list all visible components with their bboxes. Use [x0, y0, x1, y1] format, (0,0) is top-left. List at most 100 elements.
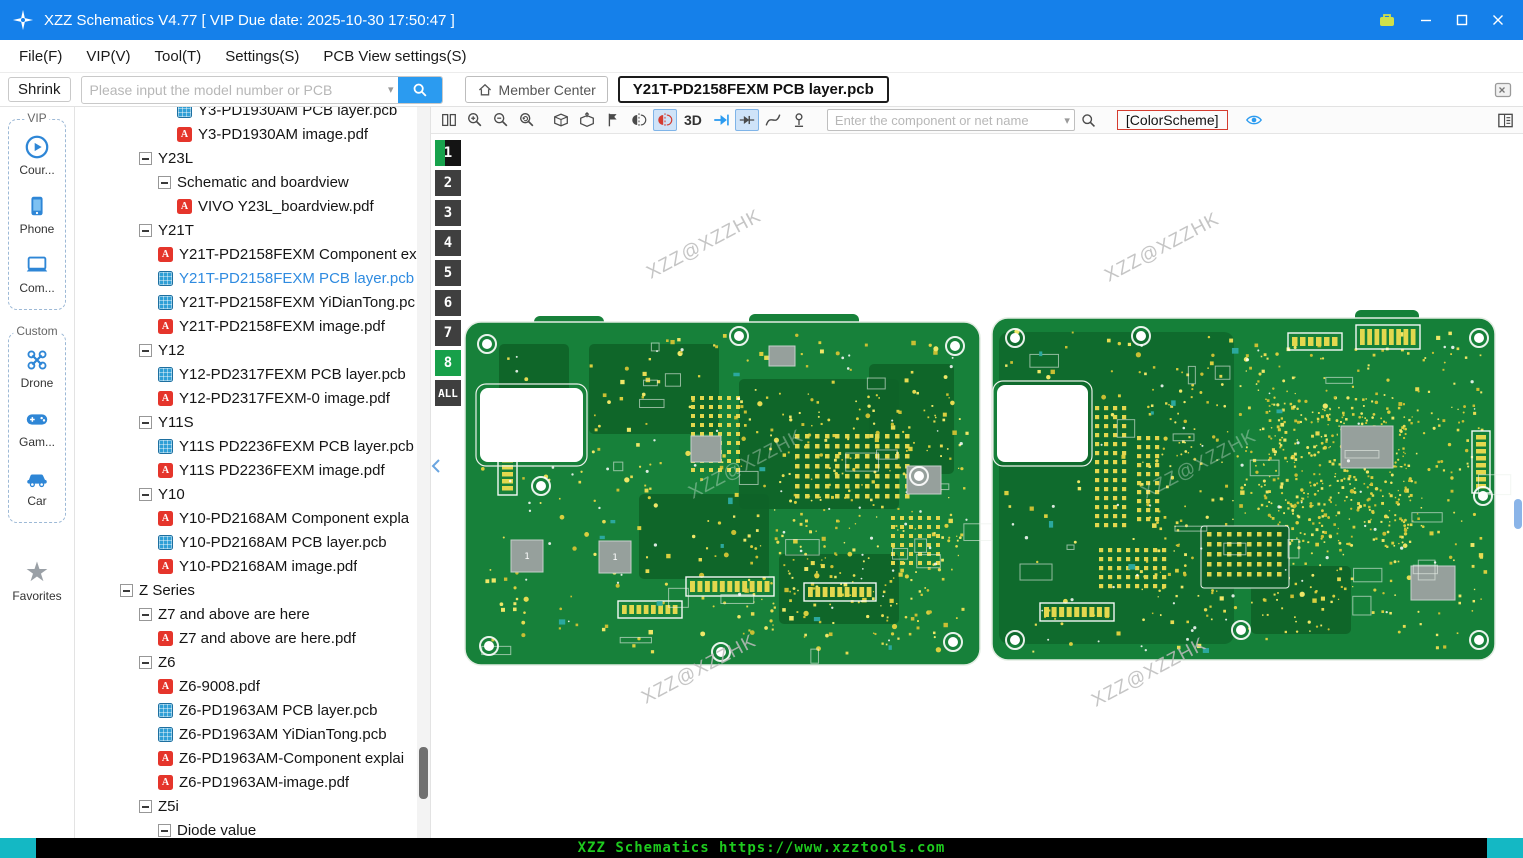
- model-search-box[interactable]: ▾: [80, 75, 443, 104]
- collapse-toggle-icon[interactable]: [120, 583, 133, 597]
- tree-file-z6-pd1963am-yidiantong-pcb[interactable]: Z6-PD1963AM YiDianTong.pcb: [75, 722, 430, 746]
- open-board-icon[interactable]: [549, 109, 573, 131]
- open-document-tab[interactable]: Y21T-PD2158FEXM PCB layer.pcb: [617, 76, 889, 103]
- collapse-toggle-icon[interactable]: [139, 415, 152, 429]
- menu-item-vip-v[interactable]: VIP(V): [75, 44, 141, 69]
- net-search-go-icon[interactable]: [1077, 109, 1101, 131]
- collapse-toggle-icon[interactable]: [158, 823, 171, 837]
- tree-file-y21t-pd2158fexm-pcb-layer-pcb[interactable]: Y21T-PD2158FEXM PCB layer.pcb: [75, 266, 430, 290]
- collapse-tree-handle[interactable]: [431, 455, 443, 477]
- close-button[interactable]: [1491, 13, 1505, 27]
- tree-folder-y10[interactable]: Y10: [75, 482, 430, 506]
- collapse-toggle-icon[interactable]: [139, 607, 152, 621]
- curve-icon[interactable]: [761, 109, 785, 131]
- flip-side-icon[interactable]: [653, 109, 677, 131]
- tree-folder-y12[interactable]: Y12: [75, 338, 430, 362]
- layer-button-7[interactable]: 7: [435, 320, 461, 346]
- flag-icon[interactable]: [601, 109, 625, 131]
- layer-button-all[interactable]: ALL: [435, 380, 461, 406]
- sidebar-item-car[interactable]: Car: [24, 465, 50, 508]
- tree-file-y12-pd2317fexm-0-image-pdf[interactable]: Y12-PD2317FEXM-0 image.pdf: [75, 386, 430, 410]
- menu-item-file-f[interactable]: File(F): [8, 44, 73, 69]
- tree-folder-z5i[interactable]: Z5i: [75, 794, 430, 818]
- collapse-toggle-icon[interactable]: [158, 175, 171, 189]
- sidebar-item-drone[interactable]: Drone: [21, 347, 53, 390]
- zoom-out-icon[interactable]: [489, 109, 513, 131]
- layer-button-8[interactable]: 8: [435, 350, 461, 376]
- mirror-icon[interactable]: [627, 109, 651, 131]
- menu-item-settings-s[interactable]: Settings(S): [214, 44, 310, 69]
- zoom-in-icon[interactable]: [463, 109, 487, 131]
- pcb-canvas[interactable]: 11 1 2 3 4 5 6 7 8 ALL XZZ@XZZHK XZZ@XZZHK XZZ@X…: [431, 134, 1523, 838]
- right-panel-handle[interactable]: [1514, 499, 1522, 529]
- tree-file-y10-pd2168am-image-pdf[interactable]: Y10-PD2168AM image.pdf: [75, 554, 430, 578]
- layer-button-4[interactable]: 4: [435, 230, 461, 256]
- tree-file-z6-pd1963am-image-pdf[interactable]: Z6-PD1963AM-image.pdf: [75, 770, 430, 794]
- layers-panel-icon[interactable]: [1493, 109, 1517, 131]
- tree-folder-z7-and-above-are-here[interactable]: Z7 and above are here: [75, 602, 430, 626]
- export-board-icon[interactable]: [575, 109, 599, 131]
- pcb-board-view[interactable]: 11: [439, 134, 1518, 838]
- diode-value-icon[interactable]: [734, 109, 759, 131]
- tree-file-y21t-pd2158fexm-image-pdf[interactable]: Y21T-PD2158FEXM image.pdf: [75, 314, 430, 338]
- tree-file-y3-pd1930am-pcb-layer-pcb[interactable]: Y3-PD1930AM PCB layer.pcb: [75, 107, 430, 122]
- tree-file-y10-pd2168am-component-expla[interactable]: Y10-PD2168AM Component expla: [75, 506, 430, 530]
- collapse-panel-icon[interactable]: [1491, 79, 1515, 101]
- tree-folder-y23l[interactable]: Y23L: [75, 146, 430, 170]
- collapse-toggle-icon[interactable]: [139, 799, 152, 813]
- jump-arrow-icon[interactable]: [709, 109, 733, 131]
- tree-file-y3-pd1930am-image-pdf[interactable]: Y3-PD1930AM image.pdf: [75, 122, 430, 146]
- tree-scrollbar[interactable]: [417, 107, 430, 838]
- tree-file-y11s-pd2236fexm-pcb-layer-pcb[interactable]: Y11S PD2236FEXM PCB layer.pcb: [75, 434, 430, 458]
- split-view-icon[interactable]: [437, 109, 461, 131]
- maximize-button[interactable]: [1455, 13, 1469, 27]
- briefcase-icon[interactable]: [1377, 10, 1397, 30]
- tree-folder-y21t[interactable]: Y21T: [75, 218, 430, 242]
- net-search-input[interactable]: [827, 112, 1061, 128]
- scrollbar-thumb[interactable]: [419, 747, 428, 799]
- layer-button-1[interactable]: 1: [435, 140, 461, 166]
- sidebar-item-game[interactable]: Gam...: [19, 406, 55, 449]
- sidebar-item-phone[interactable]: Phone: [20, 193, 54, 236]
- tree-folder-y11s[interactable]: Y11S: [75, 410, 430, 434]
- tree-file-z6-9008-pdf[interactable]: Z6-9008.pdf: [75, 674, 430, 698]
- sidebar-item-computer[interactable]: Com...: [19, 252, 55, 295]
- chevron-down-icon[interactable]: ▾: [384, 83, 398, 96]
- tree-file-y12-pd2317fexm-pcb-layer-pcb[interactable]: Y12-PD2317FEXM PCB layer.pcb: [75, 362, 430, 386]
- tree-file-z7-and-above-are-here-pdf[interactable]: Z7 and above are here.pdf: [75, 626, 430, 650]
- eye-icon[interactable]: [1242, 109, 1266, 131]
- probe-icon[interactable]: [787, 109, 811, 131]
- tree-file-y10-pd2168am-pcb-layer-pcb[interactable]: Y10-PD2168AM PCB layer.pcb: [75, 530, 430, 554]
- net-search-box[interactable]: ▾: [826, 109, 1075, 131]
- tree-folder-schematic-and-boardview[interactable]: Schematic and boardview: [75, 170, 430, 194]
- collapse-toggle-icon[interactable]: [139, 223, 152, 237]
- 3d-toggle-button[interactable]: 3D: [679, 112, 707, 128]
- tree-file-z6-pd1963am-component-explai[interactable]: Z6-PD1963AM-Component explai: [75, 746, 430, 770]
- tree-folder-z6[interactable]: Z6: [75, 650, 430, 674]
- collapse-toggle-icon[interactable]: [139, 151, 152, 165]
- tree-file-vivo-y23l-boardview-pdf[interactable]: VIVO Y23L_boardview.pdf: [75, 194, 430, 218]
- layer-button-3[interactable]: 3: [435, 200, 461, 226]
- collapse-toggle-icon[interactable]: [139, 343, 152, 357]
- layer-button-6[interactable]: 6: [435, 290, 461, 316]
- model-search-input[interactable]: [81, 81, 384, 98]
- tree-file-z6-pd1963am-pcb-layer-pcb[interactable]: Z6-PD1963AM PCB layer.pcb: [75, 698, 430, 722]
- member-center-button[interactable]: Member Center: [464, 76, 608, 103]
- tree-file-y21t-pd2158fexm-yidiantong-pc[interactable]: Y21T-PD2158FEXM YiDianTong.pc: [75, 290, 430, 314]
- tree-file-y11s-pd2236fexm-image-pdf[interactable]: Y11S PD2236FEXM image.pdf: [75, 458, 430, 482]
- menu-item-pcb-view-settings-s[interactable]: PCB View settings(S): [312, 44, 477, 69]
- menu-item-tool-t[interactable]: Tool(T): [144, 44, 213, 69]
- sidebar-item-courses[interactable]: Cour...: [19, 134, 55, 177]
- colorscheme-button[interactable]: [ColorScheme]: [1116, 110, 1228, 130]
- shrink-button[interactable]: Shrink: [8, 77, 71, 102]
- minimize-button[interactable]: [1419, 13, 1433, 27]
- layer-button-2[interactable]: 2: [435, 170, 461, 196]
- model-search-button[interactable]: [397, 76, 442, 103]
- collapse-toggle-icon[interactable]: [139, 655, 152, 669]
- tree-file-y21t-pd2158fexm-component-ex[interactable]: Y21T-PD2158FEXM Component ex: [75, 242, 430, 266]
- collapse-toggle-icon[interactable]: [139, 487, 152, 501]
- layer-button-5[interactable]: 5: [435, 260, 461, 286]
- tree-folder-z-series[interactable]: Z Series: [75, 578, 430, 602]
- chevron-down-icon[interactable]: ▾: [1060, 114, 1074, 127]
- zoom-fit-icon[interactable]: [515, 109, 539, 131]
